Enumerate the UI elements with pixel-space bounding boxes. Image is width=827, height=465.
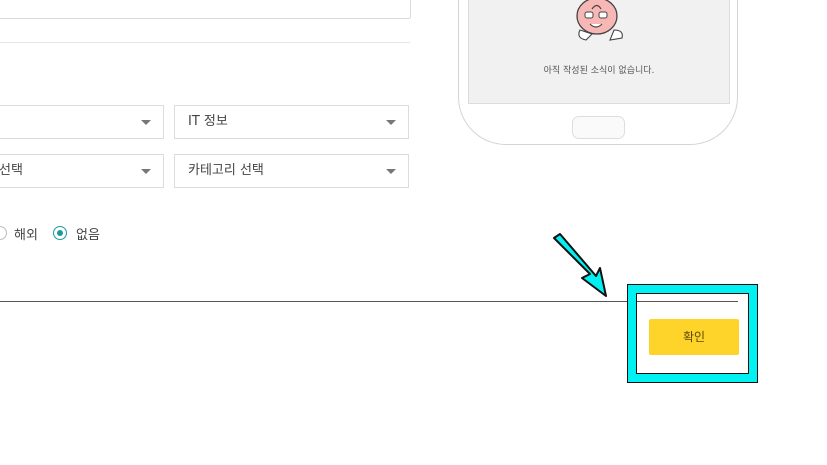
chevron-down-icon xyxy=(141,169,151,174)
confirm-button[interactable]: 확인 xyxy=(649,319,739,355)
empty-feed-message: 아직 작성된 소식이 없습니다. xyxy=(543,66,655,76)
radio-label: 해외 xyxy=(14,228,38,243)
category-select-1[interactable] xyxy=(0,105,164,139)
text-input[interactable] xyxy=(0,0,411,19)
radio-none[interactable] xyxy=(53,226,67,240)
phone-home-button xyxy=(572,116,625,139)
region-radio-group: 해외 없음 xyxy=(0,224,120,244)
divider xyxy=(0,42,410,43)
chevron-down-icon xyxy=(386,169,396,174)
apeach-character-icon xyxy=(576,0,623,41)
category-select-2[interactable]: IT 정보 xyxy=(174,105,409,139)
category-select-3[interactable]: 선택 xyxy=(0,154,164,188)
radio-dot-icon xyxy=(57,230,63,236)
radio-overseas[interactable] xyxy=(0,226,7,240)
chevron-down-icon xyxy=(141,120,151,125)
radio-label: 없음 xyxy=(76,228,100,243)
chevron-down-icon xyxy=(386,120,396,125)
select-value: 카테고리 선택 xyxy=(188,163,264,178)
select-value: 선택 xyxy=(0,163,23,178)
category-select-4[interactable]: 카테고리 선택 xyxy=(174,154,409,188)
select-value: IT 정보 xyxy=(188,114,228,129)
arrow-annotation-icon xyxy=(553,233,607,297)
